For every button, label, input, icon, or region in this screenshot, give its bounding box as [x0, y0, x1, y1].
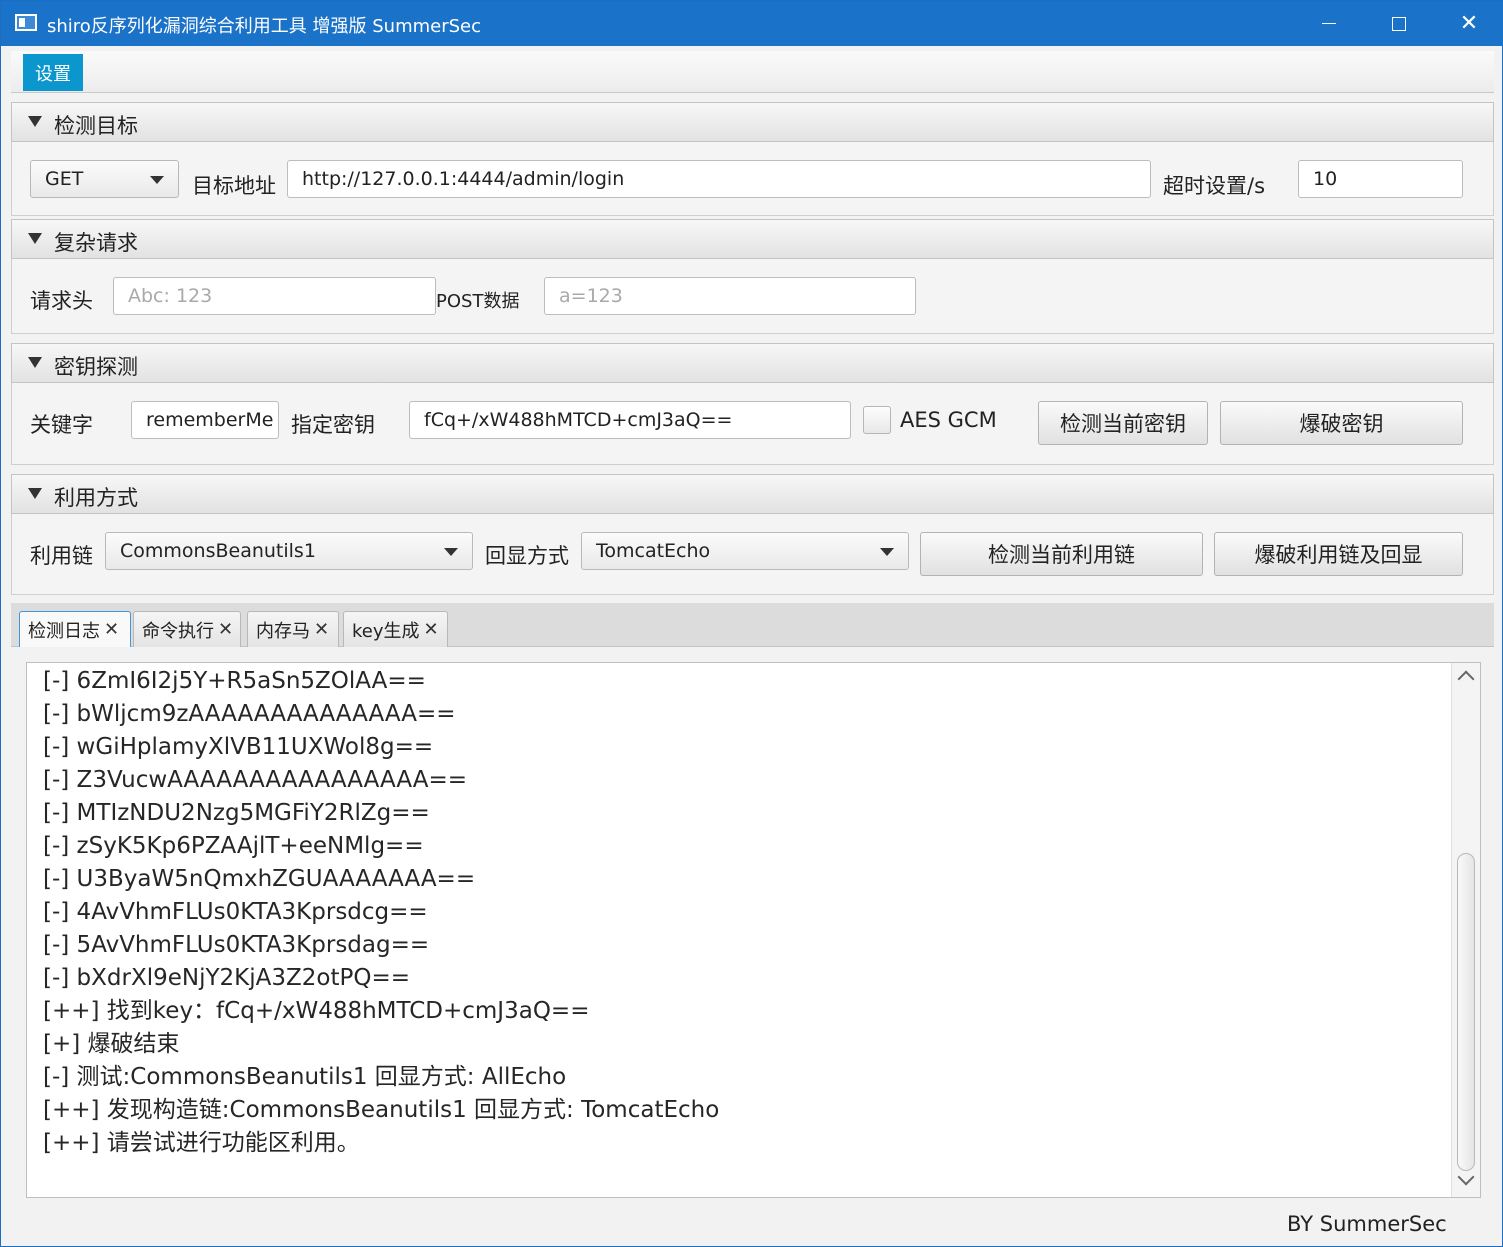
chain-value: CommonsBeanutils1: [120, 540, 316, 562]
aes-gcm-label: AES GCM: [900, 408, 997, 432]
keyword-label: 关键字: [30, 413, 93, 437]
tab-command-label: 命令执行: [142, 620, 214, 642]
method-select[interactable]: GET: [30, 160, 179, 198]
url-input[interactable]: http://127.0.0.1:4444/admin/login: [287, 160, 1151, 198]
echo-value: TomcatEcho: [596, 540, 711, 562]
key-input[interactable]: fCq+/xW488hMTCD+cmJ3aQ==: [409, 401, 851, 439]
scroll-down-icon[interactable]: [1457, 1168, 1475, 1186]
app-window: shiro反序列化漏洞综合利用工具 增强版 SummerSec ✕ 设置 检测目…: [0, 0, 1503, 1247]
tab-bar: 检测日志 ✕ 命令执行 ✕ 内存马 ✕ key生成 ✕: [11, 603, 1494, 647]
log-scrollbar[interactable]: [1451, 663, 1480, 1197]
log-line: [+] 爆破结束: [43, 1031, 180, 1057]
chain-label: 利用链: [30, 544, 93, 568]
log-line: [-] zSyK5Kp6PZAAjlT+eeNMlg==: [43, 833, 424, 859]
timeout-label: 超时设置/s: [1163, 174, 1266, 198]
log-line: [-] 6ZmI6I2j5Y+R5aSn5ZOlAA==: [43, 668, 426, 694]
tab-command[interactable]: 命令执行 ✕: [133, 611, 241, 647]
brute-key-button[interactable]: 爆破密钥: [1220, 401, 1463, 445]
tab-log-label: 检测日志: [28, 620, 100, 642]
tab-memshell[interactable]: 内存马 ✕: [247, 611, 339, 647]
chevron-down-icon: [444, 548, 458, 556]
timeout-input[interactable]: 10: [1298, 160, 1463, 198]
collapse-arrow-icon: [28, 357, 42, 368]
headers-input[interactable]: Abc: 123: [113, 277, 436, 315]
specified-key-label: 指定密钥: [291, 413, 375, 437]
log-lines: [-] 6ZmI6I2j5Y+R5aSn5ZOlAA== [-] bWljcm9…: [43, 665, 1443, 1195]
section-exploit-header[interactable]: 利用方式: [11, 474, 1494, 514]
close-icon: ✕: [1459, 11, 1479, 36]
minimize-icon: [1322, 23, 1336, 24]
close-button[interactable]: ✕: [1434, 1, 1503, 46]
echo-select[interactable]: TomcatEcho: [581, 532, 909, 570]
section-complex-body: 请求头 Abc: 123 POST数据 a=123: [11, 259, 1494, 334]
tab-keygen[interactable]: key生成 ✕: [343, 611, 448, 647]
tab-keygen-label: key生成: [352, 620, 420, 642]
log-line: [-] bWljcm9zAAAAAAAAAAAAAA==: [43, 701, 456, 727]
url-label: 目标地址: [192, 174, 276, 198]
menu-bar: 设置: [11, 51, 1494, 93]
keyword-input[interactable]: rememberMe: [131, 401, 279, 439]
chain-select[interactable]: CommonsBeanutils1: [105, 532, 473, 570]
log-line: [-] wGiHplamyXlVB11UXWol8g==: [43, 734, 434, 760]
log-line: [-] 4AvVhmFLUs0KTA3Kprsdcg==: [43, 899, 428, 925]
section-key-title: 密钥探测: [54, 355, 138, 379]
log-line: [++] 请尝试进行功能区利用。: [43, 1130, 360, 1156]
post-data-label: POST数据: [436, 291, 520, 312]
brute-chain-button[interactable]: 爆破利用链及回显: [1214, 532, 1463, 576]
app-icon: [15, 14, 37, 31]
echo-label: 回显方式: [485, 544, 569, 568]
log-line: [-] U3ByaW5nQmxhZGUAAAAAAA==: [43, 866, 476, 892]
log-output[interactable]: [-] 6ZmI6I2j5Y+R5aSn5ZOlAA== [-] bWljcm9…: [26, 662, 1481, 1198]
maximize-button[interactable]: [1364, 1, 1434, 46]
section-target-header[interactable]: 检测目标: [11, 102, 1494, 142]
tab-memshell-label: 内存马: [256, 620, 310, 642]
section-target-title: 检测目标: [54, 114, 138, 138]
method-value: GET: [45, 168, 84, 190]
section-exploit-body: 利用链 CommonsBeanutils1 回显方式 TomcatEcho 检测…: [11, 514, 1494, 595]
section-key-body: 关键字 rememberMe 指定密钥 fCq+/xW488hMTCD+cmJ3…: [11, 383, 1494, 465]
close-tab-icon[interactable]: ✕: [314, 619, 329, 640]
log-line: [-] 测试:CommonsBeanutils1 回显方式: AllEcho: [43, 1064, 567, 1090]
footer-credit: BY SummerSec: [1287, 1212, 1447, 1236]
log-line: [-] Z3VucwAAAAAAAAAAAAAAAA==: [43, 767, 468, 793]
collapse-arrow-icon: [28, 233, 42, 244]
scroll-thumb[interactable]: [1457, 853, 1475, 1171]
section-key-header[interactable]: 密钥探测: [11, 343, 1494, 383]
chevron-down-icon: [880, 548, 894, 556]
log-line: [-] 5AvVhmFLUs0KTA3Kprsdag==: [43, 932, 430, 958]
log-line: [-] MTIzNDU2Nzg5MGFiY2RlZg==: [43, 800, 430, 826]
section-target-body: GET 目标地址 http://127.0.0.1:4444/admin/log…: [11, 142, 1494, 216]
close-tab-icon[interactable]: ✕: [104, 619, 119, 640]
post-data-input[interactable]: a=123: [544, 277, 916, 315]
collapse-arrow-icon: [28, 116, 42, 127]
scroll-up-icon[interactable]: [1457, 670, 1475, 688]
log-line: [-] bXdrXl9eNjY2KjA3Z2otPQ==: [43, 965, 411, 991]
minimize-button[interactable]: [1294, 1, 1364, 46]
chevron-down-icon: [150, 176, 164, 184]
close-tab-icon[interactable]: ✕: [218, 619, 233, 640]
headers-label: 请求头: [30, 289, 93, 313]
section-exploit-title: 利用方式: [54, 486, 138, 510]
maximize-icon: [1392, 16, 1406, 31]
aes-gcm-checkbox[interactable]: [863, 406, 891, 434]
title-bar[interactable]: shiro反序列化漏洞综合利用工具 增强版 SummerSec ✕: [1, 1, 1503, 46]
detect-chain-button[interactable]: 检测当前利用链: [920, 532, 1203, 576]
detect-key-button[interactable]: 检测当前密钥: [1038, 401, 1208, 445]
tab-log[interactable]: 检测日志 ✕: [19, 611, 131, 647]
menu-settings[interactable]: 设置: [23, 54, 83, 91]
window-title: shiro反序列化漏洞综合利用工具 增强版 SummerSec: [47, 16, 482, 37]
collapse-arrow-icon: [28, 488, 42, 499]
section-complex-title: 复杂请求: [54, 231, 138, 255]
log-line: [++] 发现构造链:CommonsBeanutils1 回显方式: Tomca…: [43, 1097, 720, 1123]
close-tab-icon[interactable]: ✕: [424, 619, 439, 640]
section-complex-header[interactable]: 复杂请求: [11, 219, 1494, 259]
log-line: [++] 找到key：fCq+/xW488hMTCD+cmJ3aQ==: [43, 998, 590, 1024]
